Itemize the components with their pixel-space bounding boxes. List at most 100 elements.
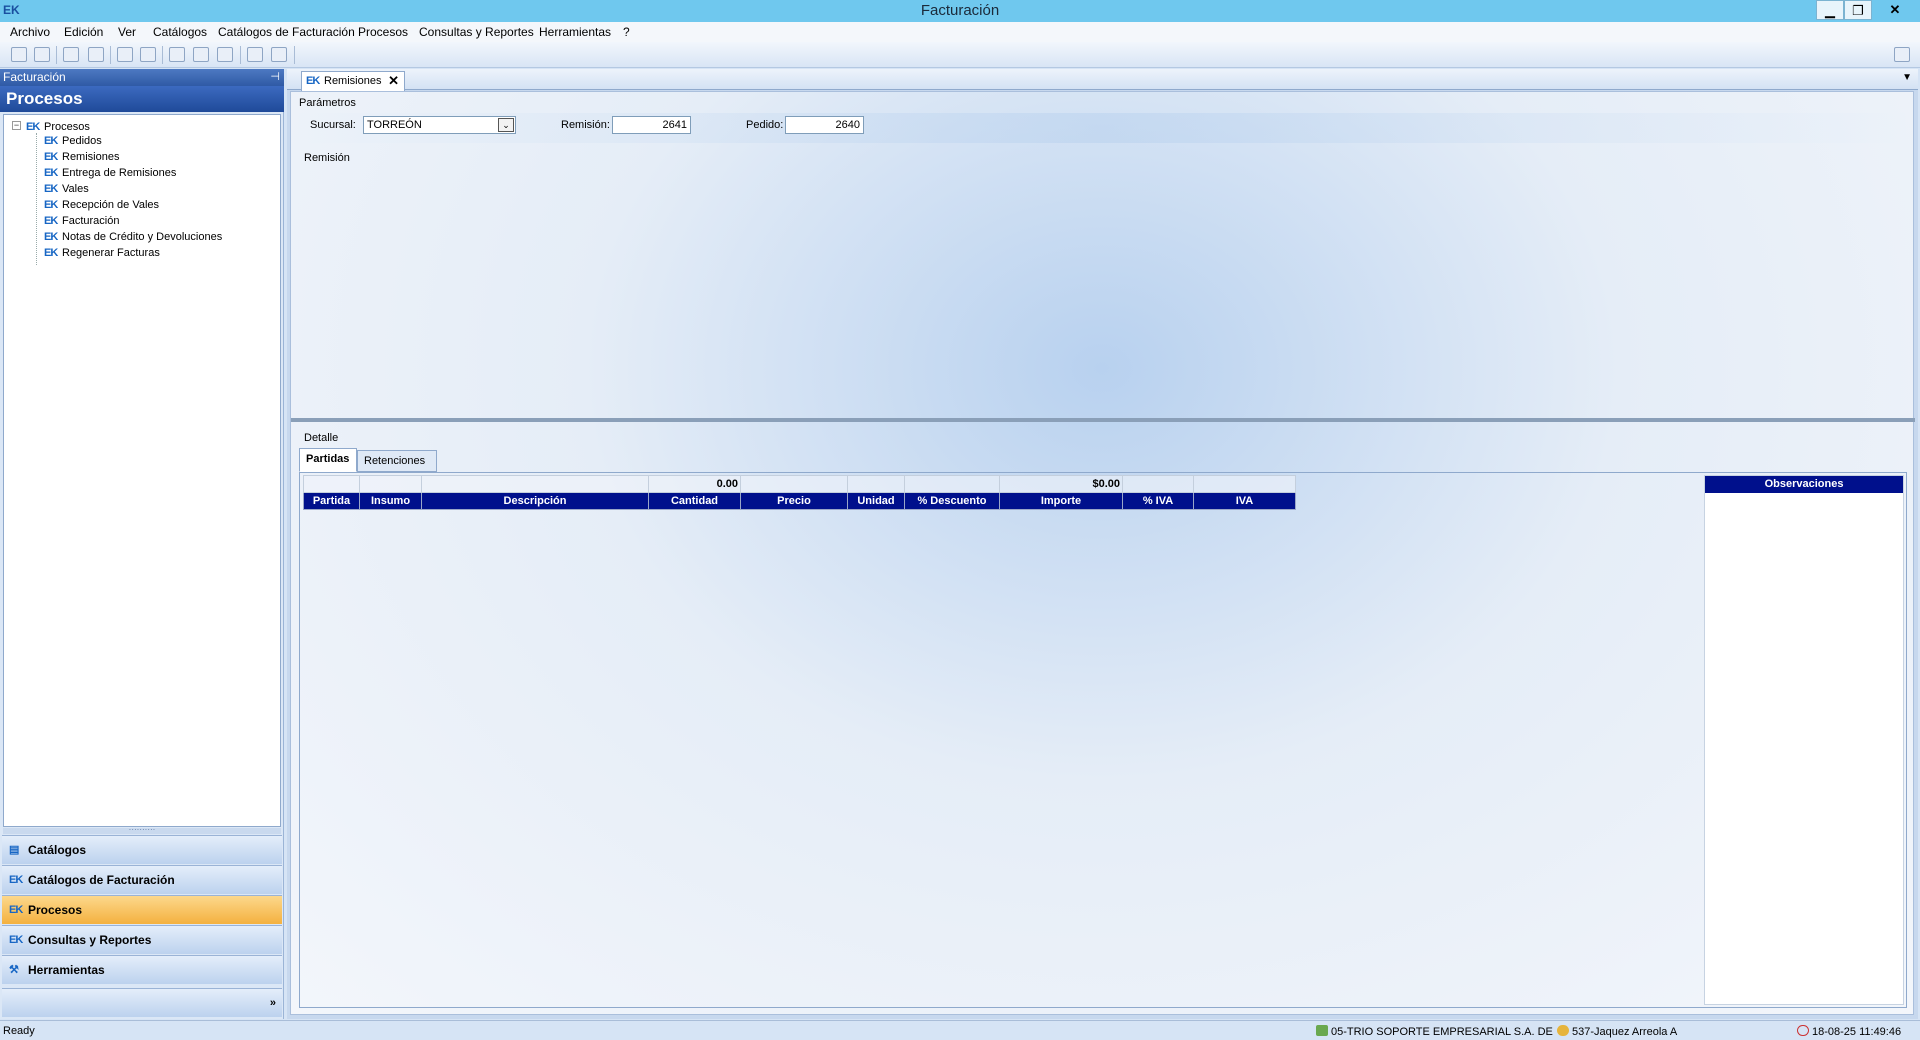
nav-button-catalogos[interactable]: ▤ Catálogos — [2, 835, 282, 864]
save-icon[interactable] — [11, 47, 27, 62]
remision-group — [299, 158, 1905, 368]
tree-item-pedidos[interactable]: EK Pedidos — [44, 135, 102, 151]
nav-overflow-bar: » — [2, 988, 282, 1017]
close-tab-icon[interactable]: ✕ — [388, 72, 399, 90]
tree-item-label: Facturación — [62, 215, 120, 227]
parametros-group-label: Parámetros — [299, 97, 356, 109]
pin-icon[interactable]: ⊣ — [270, 69, 280, 86]
save-all-icon[interactable] — [34, 47, 50, 62]
total-cell — [1193, 475, 1296, 493]
tree-collapse-toggle[interactable]: − — [12, 121, 21, 130]
column-header-importe[interactable]: Importe — [999, 492, 1123, 510]
nav-button-label: Catálogos de Facturación — [28, 873, 175, 887]
horizontal-splitter[interactable] — [291, 418, 1915, 422]
partidas-grid[interactable]: 0.00 $0.00 Partida Insumo Descripción Ca… — [303, 475, 1296, 510]
nav-button-label: Consultas y Reportes — [28, 933, 152, 947]
column-header-partida[interactable]: Partida — [303, 492, 360, 510]
tree-item-recepcion-vales[interactable]: EK Recepción de Vales — [44, 199, 159, 215]
tab-list-dropdown-icon[interactable]: ▼ — [1902, 72, 1912, 83]
total-cell — [904, 475, 1000, 493]
status-datetime: 18-08-25 11:49:46 — [1797, 1025, 1901, 1038]
catalog-icon: ▤ — [9, 844, 19, 856]
menu-help[interactable]: ? — [623, 25, 630, 39]
title-bar: EK Facturación ▁ ❐ ✕ — [0, 0, 1920, 22]
delete-icon[interactable] — [217, 47, 233, 62]
total-cell — [303, 475, 360, 493]
nav-button-procesos[interactable]: EK Procesos — [2, 895, 282, 924]
ek-icon: EK — [44, 135, 58, 147]
column-header-descripcion[interactable]: Descripción — [421, 492, 649, 510]
column-header-unidad[interactable]: Unidad — [847, 492, 905, 510]
ek-icon: EK — [26, 121, 40, 133]
process-tree: − EK Procesos EK Pedidos EK Remisiones EK En… — [3, 114, 281, 827]
minimize-button[interactable]: ▁ — [1816, 0, 1844, 20]
tree-item-regenerar-facturas[interactable]: EK Regenerar Facturas — [44, 247, 160, 263]
tree-item-label: Pedidos — [62, 135, 102, 147]
find-icon[interactable] — [140, 47, 156, 62]
tab-retenciones[interactable]: Retenciones — [357, 450, 437, 472]
menu-herramientas[interactable]: Herramientas — [539, 25, 611, 39]
pedido-label: Pedido: — [746, 119, 784, 131]
exit-icon[interactable] — [1894, 47, 1910, 62]
observaciones-panel[interactable]: Observaciones — [1704, 475, 1904, 1005]
tree-item-vales[interactable]: EK Vales — [44, 183, 89, 199]
menu-catalogos-facturacion[interactable]: Catálogos de Facturación — [218, 25, 355, 39]
total-cell — [1122, 475, 1194, 493]
nav-button-herramientas[interactable]: ⚒ Herramientas — [2, 955, 282, 984]
window-title: Facturación — [920, 2, 1000, 19]
tab-partidas[interactable]: Partidas — [299, 448, 357, 472]
column-header-precio[interactable]: Precio — [740, 492, 848, 510]
tree-item-remisiones[interactable]: EK Remisiones — [44, 151, 119, 167]
edit-icon[interactable] — [117, 47, 133, 62]
menu-catalogos[interactable]: Catálogos — [153, 25, 207, 39]
print-icon[interactable] — [63, 47, 79, 62]
tree-item-entrega-remisiones[interactable]: EK Entrega de Remisiones — [44, 167, 176, 183]
total-cell — [421, 475, 649, 493]
total-importe: $0.00 — [999, 475, 1123, 493]
menu-ver[interactable]: Ver — [118, 25, 136, 39]
column-header-cantidad[interactable]: Cantidad — [648, 492, 741, 510]
user-icon — [1557, 1025, 1569, 1036]
grid-icon[interactable] — [169, 47, 185, 62]
ek-icon: EK — [44, 151, 58, 163]
tree-root-label: Procesos — [44, 121, 90, 133]
column-header-iva[interactable]: IVA — [1193, 492, 1296, 510]
print-preview-icon[interactable] — [88, 47, 104, 62]
toolbar-separator — [110, 46, 111, 64]
nav-button-consultas-reportes[interactable]: EK Consultas y Reportes — [2, 925, 282, 954]
menu-consultas-reportes[interactable]: Consultas y Reportes — [419, 25, 534, 39]
status-company-label: 05-TRIO SOPORTE EMPRESARIAL S.A. DE — [1331, 1026, 1553, 1038]
toolbar-separator — [162, 46, 163, 64]
restore-button[interactable]: ❐ — [1844, 0, 1872, 20]
column-header-descuento[interactable]: % Descuento — [904, 492, 1000, 510]
total-cell — [740, 475, 848, 493]
column-header-insumo[interactable]: Insumo — [359, 492, 422, 510]
tab-remisiones[interactable]: EK Remisiones ✕ — [301, 71, 405, 91]
column-header-porc-iva[interactable]: % IVA — [1122, 492, 1194, 510]
panel-splitter[interactable]: ·········· — [3, 826, 281, 834]
list-icon[interactable] — [193, 47, 209, 62]
menu-archivo[interactable]: Archivo — [10, 25, 50, 39]
menu-procesos[interactable]: Procesos — [358, 25, 408, 39]
toolbar-separator — [240, 46, 241, 64]
tree-item-facturacion[interactable]: EK Facturación — [44, 215, 119, 231]
close-window-button[interactable]: ✕ — [1872, 0, 1918, 20]
refresh-icon[interactable] — [271, 47, 287, 62]
tab-remisiones-label: Remisiones — [324, 75, 382, 87]
tree-item-notas-credito[interactable]: EK Notas de Crédito y Devoluciones — [44, 231, 222, 247]
menu-edicion[interactable]: Edición — [64, 25, 103, 39]
chevron-more-icon[interactable]: » — [270, 997, 276, 1009]
ek-icon: EK — [44, 183, 58, 195]
copy-icon[interactable] — [247, 47, 263, 62]
tree-item-label: Recepción de Vales — [62, 199, 160, 211]
sucursal-select[interactable]: TORREÓN ⌄ — [363, 116, 516, 134]
sucursal-value: TORREÓN — [367, 119, 422, 131]
pedido-field[interactable]: 2640 — [785, 116, 864, 134]
panel-header: Facturación ⊣ — [0, 69, 284, 86]
status-company: 05-TRIO SOPORTE EMPRESARIAL S.A. DE — [1316, 1025, 1553, 1038]
nav-button-label: Herramientas — [28, 963, 105, 977]
chevron-down-icon[interactable]: ⌄ — [498, 118, 514, 132]
ek-icon: EK — [44, 167, 58, 179]
remision-field[interactable]: 2641 — [612, 116, 691, 134]
nav-button-catalogos-facturacion[interactable]: EK Catálogos de Facturación — [2, 865, 282, 894]
